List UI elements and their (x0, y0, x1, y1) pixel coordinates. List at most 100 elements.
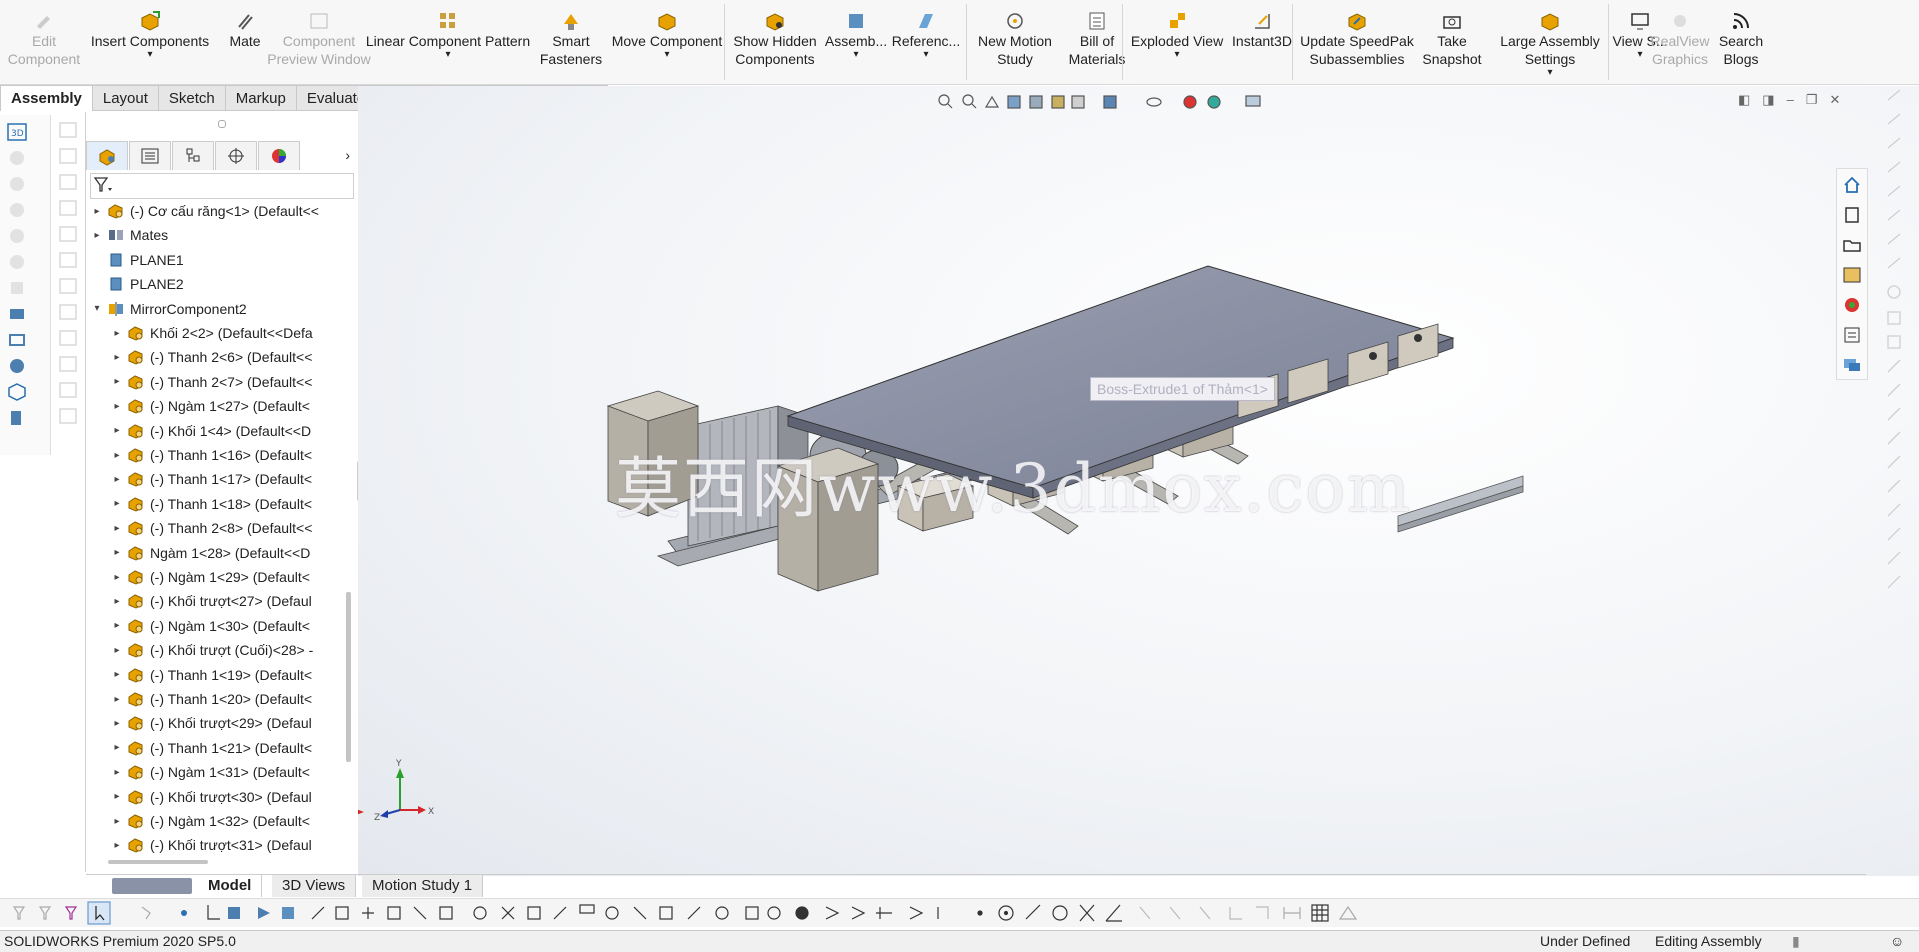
expand-arrow-icon[interactable]: ▸ (110, 474, 124, 485)
expand-arrow-icon[interactable]: ▸ (110, 840, 124, 851)
bottom-tab-3d-views[interactable]: 3D Views (272, 875, 357, 897)
assembly-tool-icon[interactable] (6, 329, 28, 351)
expand-arrow-icon[interactable]: ▸ (110, 523, 124, 534)
tree-item[interactable]: ▸ (-) Cơ cấu răng<1> (Default<< (90, 200, 318, 222)
tree-item[interactable]: ▸ (-) Khối trượt (Cuối)<28> - (110, 639, 313, 661)
expand-arrow-icon[interactable]: ▸ (90, 206, 104, 217)
expand-arrow-icon[interactable]: ▸ (110, 620, 124, 631)
search-blogs-button[interactable]: Search Blogs (1714, 0, 1768, 82)
tree-item[interactable]: ▸ (-) Ngàm 1<31> (Default< (110, 761, 309, 783)
exploded-view-button[interactable]: Exploded View ▾ (1126, 0, 1228, 82)
cube-icon[interactable] (6, 381, 28, 403)
tab-layout[interactable]: Layout (92, 85, 159, 111)
tree-item[interactable]: ▸ (-) Thanh 2<7> (Default<< (110, 371, 312, 393)
expand-arrow-icon[interactable]: ▸ (110, 547, 124, 558)
chevron-right-icon[interactable]: › (345, 147, 350, 163)
show-hidden-components-button[interactable]: Show Hidden Components (728, 0, 822, 82)
dropdown-arrow-icon[interactable]: ▾ (445, 50, 450, 60)
expand-arrow-icon[interactable]: ▸ (110, 816, 124, 827)
tree-item[interactable]: ▸ (-) Thanh 2<6> (Default<< (110, 346, 312, 368)
dropdown-arrow-icon[interactable]: ▾ (1174, 50, 1179, 60)
component-preview-window-button[interactable]: Component Preview Window (267, 0, 371, 82)
expand-arrow-icon[interactable]: ▸ (110, 328, 124, 339)
assembly-tool-icon[interactable] (6, 355, 28, 377)
tree-item[interactable]: ▸ (-) Ngàm 1<32> (Default< (110, 810, 309, 832)
tree-vertical-scrollbar[interactable] (346, 592, 351, 762)
file-explorer-icon[interactable] (1841, 234, 1863, 256)
dropdown-arrow-icon[interactable]: ▾ (147, 50, 152, 60)
feature-tree-tab-icon[interactable] (86, 140, 128, 170)
expand-arrow-icon[interactable]: ▸ (110, 352, 124, 363)
tree-item[interactable]: ▸ (-) Khối 1<4> (Default<<D (110, 420, 311, 442)
move-component-button[interactable]: Move Component ▾ (606, 0, 728, 82)
plane-icon[interactable] (6, 407, 28, 429)
ghost-tool-icon[interactable] (6, 147, 28, 169)
expand-arrow-icon[interactable]: ▸ (110, 596, 124, 607)
collapse-arrow-icon[interactable]: ▾ (90, 303, 104, 314)
expand-arrow-icon[interactable]: ▸ (110, 718, 124, 729)
expand-arrow-icon[interactable]: ▸ (110, 401, 124, 412)
forum-icon[interactable] (1841, 354, 1863, 376)
custom-properties-icon[interactable] (1841, 324, 1863, 346)
tree-item[interactable]: ▸ (-) Thanh 2<8> (Default<< (110, 517, 312, 539)
ghost-tool-icon[interactable] (6, 277, 28, 299)
tree-item[interactable]: ▸ (-) Thanh 1<19> (Default< (110, 664, 312, 686)
reference-geometry-button[interactable]: Referenc... ▾ (890, 0, 962, 82)
close-icon[interactable]: ✕ (1829, 92, 1840, 110)
design-library-icon[interactable] (1841, 204, 1863, 226)
tree-item[interactable]: ▸ (-) Khối trượt<29> (Defaul (110, 712, 311, 734)
configuration-manager-tab-icon[interactable] (172, 140, 214, 170)
mate-button[interactable]: Mate (212, 0, 278, 82)
tab-scroll-buttons[interactable] (112, 878, 192, 894)
tree-item[interactable]: ▸ Ngàm 1<28> (Default<<D (110, 542, 310, 564)
restore-icon[interactable]: ❐ (1806, 92, 1818, 110)
minimize-icon[interactable]: – (1787, 92, 1794, 110)
next-view-icon[interactable]: ◨ (1762, 92, 1774, 110)
take-snapshot-button[interactable]: Take Snapshot (1418, 0, 1486, 82)
view-palette-icon[interactable] (1841, 264, 1863, 286)
realview-graphics-button[interactable]: RealView Graphics (1646, 0, 1714, 82)
dropdown-arrow-icon[interactable]: ▾ (923, 50, 928, 60)
dropdown-arrow-icon[interactable]: ▾ (1547, 68, 1552, 78)
tree-item[interactable]: ▸ (-) Khối trượt<31> (Defaul (110, 834, 311, 856)
quick-tips-icon[interactable]: ☺ (1890, 931, 1904, 952)
new-motion-study-button[interactable]: New Motion Study (962, 0, 1068, 82)
tree-item[interactable]: PLANE1 (90, 249, 184, 271)
previous-view-icon[interactable]: ◧ (1738, 92, 1750, 110)
expand-arrow-icon[interactable]: ▸ (110, 450, 124, 461)
tab-markup[interactable]: Markup (225, 85, 297, 111)
expand-arrow-icon[interactable]: ▸ (110, 694, 124, 705)
tree-filter-input[interactable] (90, 173, 354, 199)
large-assembly-settings-button[interactable]: Large Assembly Settings ▾ (1486, 0, 1614, 82)
dimxpert-tab-icon[interactable] (215, 140, 257, 170)
property-manager-tab-icon[interactable] (129, 140, 171, 170)
expand-arrow-icon[interactable]: ▸ (110, 669, 124, 680)
ghost-tool-icon[interactable] (6, 251, 28, 273)
expand-arrow-icon[interactable]: ▸ (110, 572, 124, 583)
expand-arrow-icon[interactable]: ▸ (110, 742, 124, 753)
ghost-tool-icon[interactable] (6, 173, 28, 195)
tree-item[interactable]: ▸ Khối 2<2> (Default<<Defa (110, 322, 312, 344)
appearances-icon[interactable] (1841, 294, 1863, 316)
tab-sketch[interactable]: Sketch (158, 85, 226, 111)
tree-item[interactable]: ▸ (-) Thanh 1<16> (Default< (110, 444, 312, 466)
dropdown-arrow-icon[interactable]: ▾ (853, 50, 858, 60)
expand-arrow-icon[interactable]: ▸ (110, 425, 124, 436)
tree-item[interactable]: ▸ (-) Thanh 1<21> (Default< (110, 737, 312, 759)
edit-component-button[interactable]: Edit Component (0, 0, 88, 82)
bill-of-materials-button[interactable]: Bill of Materials (1068, 0, 1126, 82)
expand-arrow-icon[interactable]: ▸ (110, 767, 124, 778)
expand-arrow-icon[interactable]: ▸ (110, 791, 124, 802)
tree-item[interactable]: ▸ (-) Ngàm 1<29> (Default< (110, 566, 309, 588)
expand-arrow-icon[interactable]: ▸ (90, 230, 104, 241)
tree-item[interactable]: ▸ (-) Ngàm 1<30> (Default< (110, 615, 309, 637)
tree-item[interactable]: ▸ (-) Khối trượt<27> (Defaul (110, 590, 311, 612)
expand-arrow-icon[interactable]: ▸ (110, 498, 124, 509)
bottom-tab-motion-study-1[interactable]: Motion Study 1 (362, 875, 484, 897)
tree-item[interactable]: PLANE2 (90, 273, 184, 295)
tree-item[interactable]: ▸ (-) Thanh 1<18> (Default< (110, 493, 312, 515)
expand-arrow-icon[interactable]: ▸ (110, 376, 124, 387)
panel-grip-icon[interactable] (218, 120, 226, 128)
tree-item[interactable]: ▾ MirrorComponent2 (90, 298, 246, 320)
bottom-tab-model[interactable]: Model (198, 875, 263, 897)
